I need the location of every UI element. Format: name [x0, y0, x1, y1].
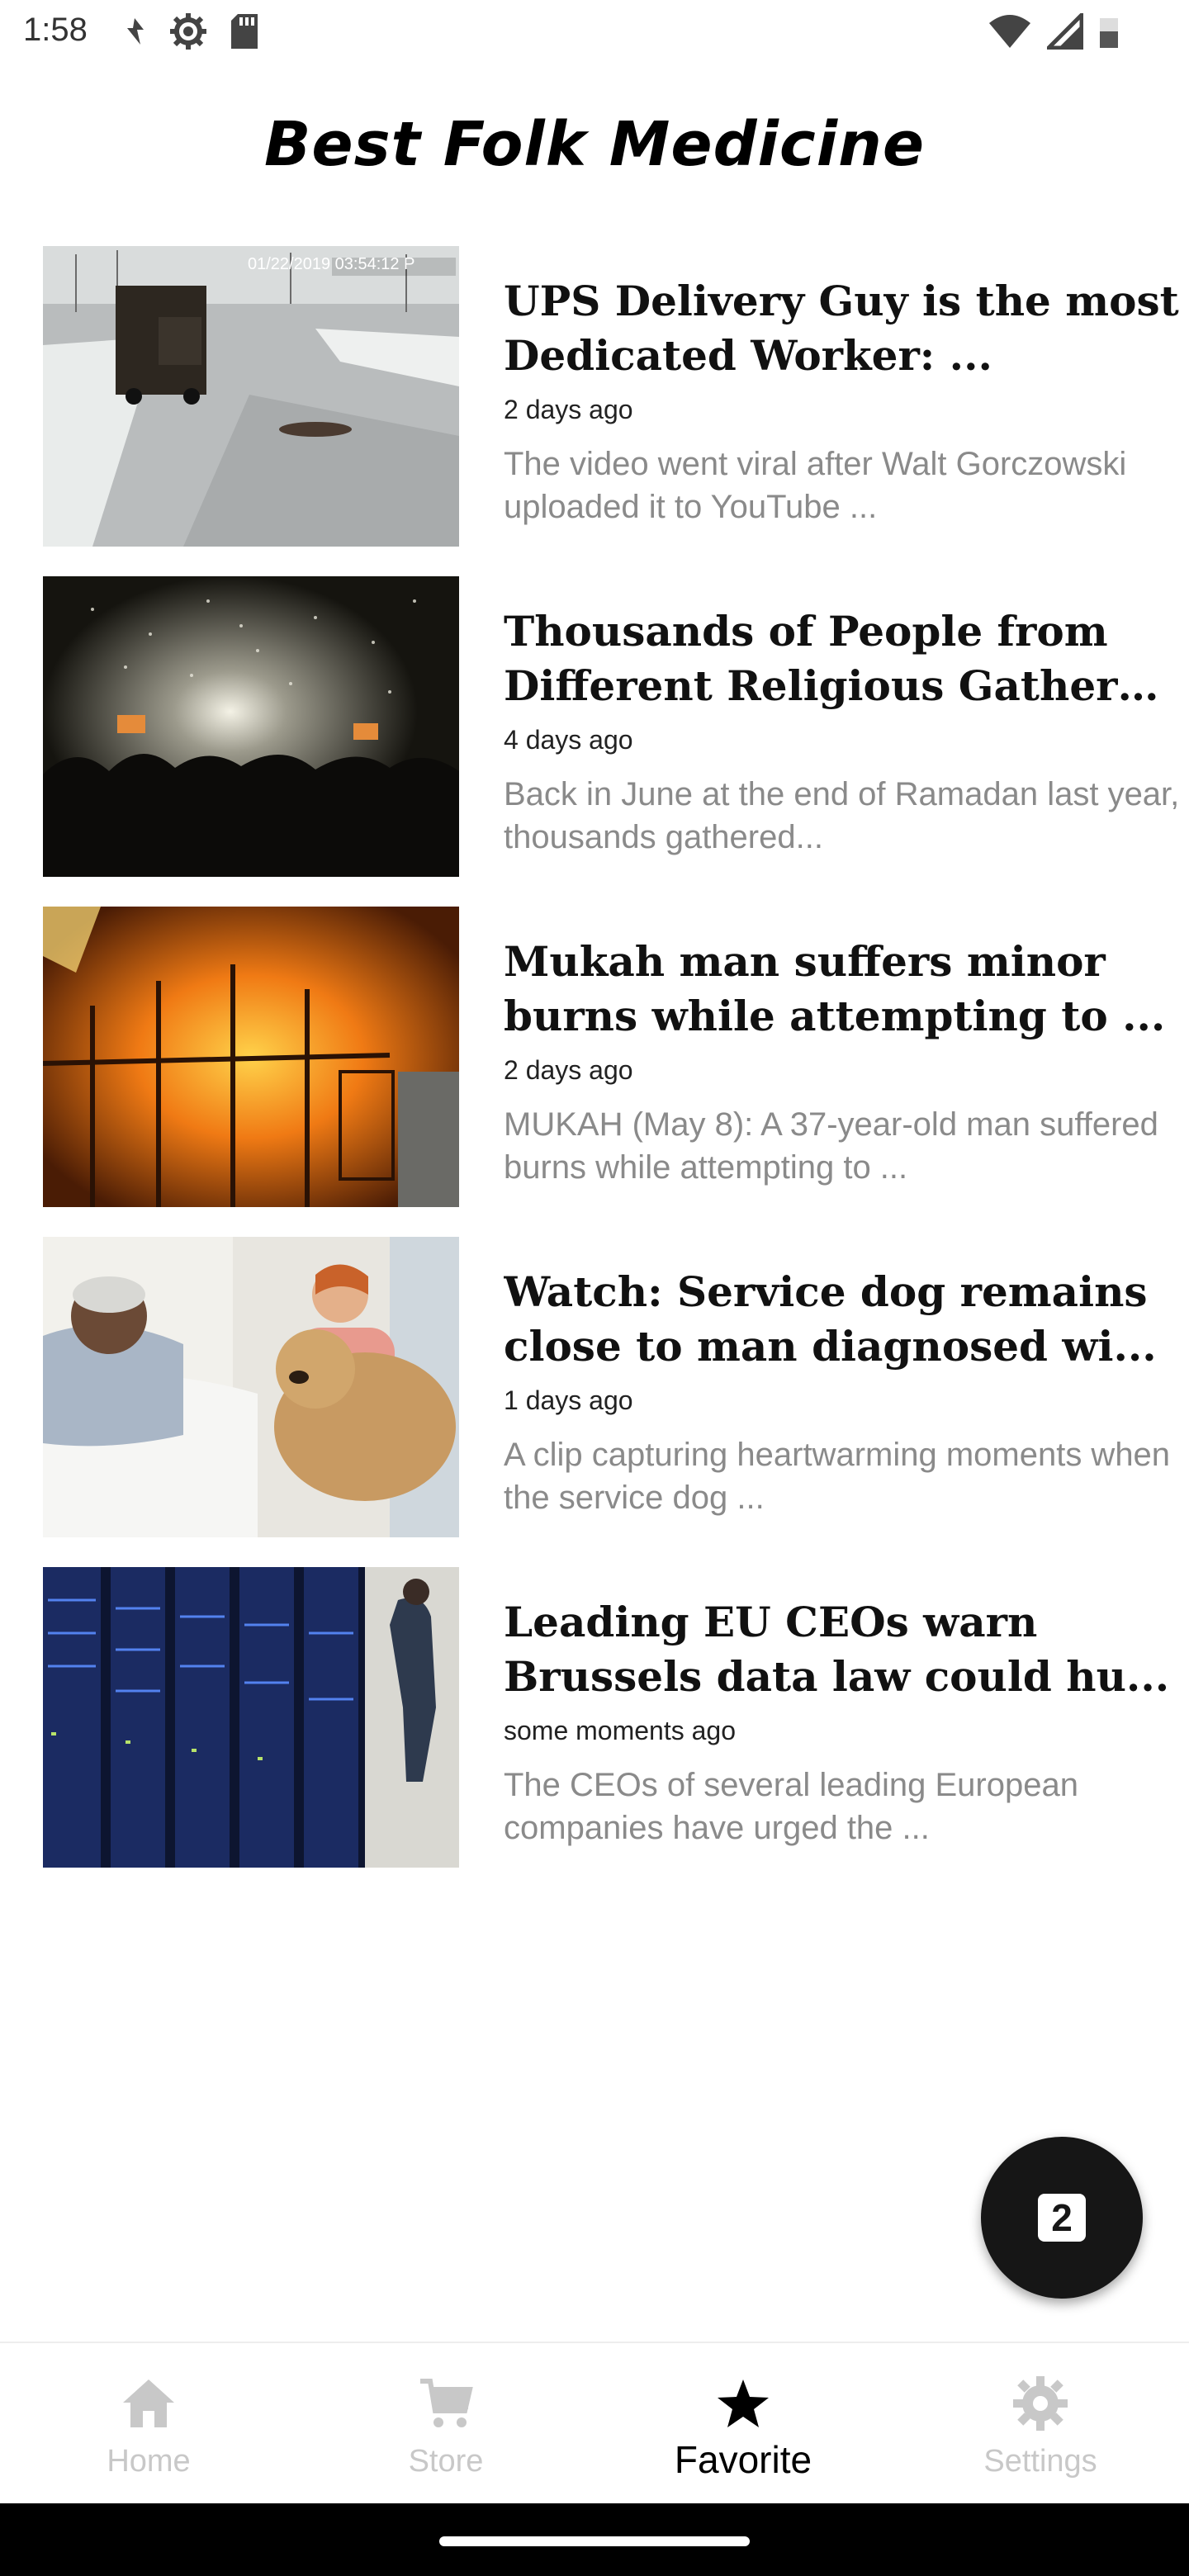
page-title: Best Folk Medicine	[263, 109, 926, 180]
home-gesture-pill[interactable]	[439, 2536, 750, 2546]
nav-item-favorite[interactable]: Favorite	[594, 2343, 892, 2505]
news-text: UPS Delivery Guy is the most Dedicated W…	[504, 274, 1189, 528]
nav-label-home: Home	[107, 2444, 191, 2479]
news-item[interactable]: Leading EU CEOs warn Brussels data law c…	[43, 1567, 1169, 1868]
news-thumbnail[interactable]	[43, 1237, 459, 1537]
nav-label-favorite: Favorite	[674, 2438, 812, 2481]
news-excerpt: MUKAH (May 8): A 37-year-old man suffere…	[504, 1106, 1158, 1186]
data-saver-icon	[127, 18, 144, 45]
concert-crowd-photo	[43, 576, 459, 877]
favorites-count-button[interactable]: 2	[981, 2137, 1143, 2299]
status-bar: 1:58	[0, 0, 1189, 71]
nav-item-home[interactable]: Home	[0, 2343, 297, 2505]
news-excerpt: The video went viral after Walt Gorczows…	[504, 446, 1127, 525]
star-icon	[718, 2379, 769, 2427]
news-text: Watch: Service dog remains close to man …	[504, 1265, 1189, 1519]
nav-item-settings[interactable]: Settings	[892, 2343, 1189, 2505]
server-room-photo	[43, 1567, 459, 1868]
news-text: Thousands of People from Different Relig…	[504, 604, 1189, 859]
news-item[interactable]: Mukah man suffers minor burns while atte…	[43, 907, 1165, 1207]
house-fire-photo	[43, 907, 459, 1207]
news-title[interactable]: Mukah man suffers minor burns while atte…	[504, 935, 1189, 1044]
sd-card-icon	[231, 14, 258, 49]
settings-status-icon	[170, 13, 206, 50]
nav-label-store: Store	[408, 2444, 484, 2479]
news-time: 2 days ago	[504, 1055, 633, 1085]
news-thumbnail[interactable]: 01/22/2019 03:54:12 P	[43, 246, 459, 547]
news-excerpt: A clip capturing heartwarming moments wh…	[504, 1437, 1171, 1516]
delivery-truck-photo: 01/22/2019 03:54:12 P	[43, 246, 459, 547]
signal-icon	[1047, 13, 1083, 50]
news-title[interactable]: Thousands of People from Different Relig…	[504, 604, 1189, 713]
news-item[interactable]: 01/22/2019 03:54:12 P UPS Delivery Guy i…	[43, 246, 1179, 547]
hospital-dog-photo	[43, 1237, 459, 1537]
news-text: Mukah man suffers minor burns while atte…	[504, 935, 1189, 1189]
news-title[interactable]: Leading EU CEOs warn Brussels data law c…	[504, 1595, 1189, 1704]
news-time: 4 days ago	[504, 725, 633, 755]
news-title[interactable]: UPS Delivery Guy is the most Dedicated W…	[504, 274, 1189, 383]
status-time: 1:58	[23, 12, 88, 48]
news-thumbnail[interactable]	[43, 1567, 459, 1868]
news-time: 1 days ago	[504, 1385, 633, 1415]
image-timestamp: 01/22/2019 03:54:12 P	[248, 255, 414, 273]
favorites-count-badge: 2	[1038, 2194, 1086, 2242]
news-excerpt: The CEOs of several leading European com…	[504, 1767, 1078, 1846]
news-excerpt: Back in June at the end of Ramadan last …	[504, 776, 1180, 855]
news-title[interactable]: Watch: Service dog remains close to man …	[504, 1265, 1189, 1374]
cart-icon	[420, 2379, 473, 2427]
status-icons-left	[122, 12, 259, 51]
gear-icon	[1013, 2376, 1068, 2431]
gesture-navigation-bar	[0, 2503, 1189, 2576]
nav-label-settings: Settings	[983, 2444, 1097, 2479]
news-time: some moments ago	[504, 1716, 737, 1745]
news-thumbnail[interactable]	[43, 907, 459, 1207]
news-item[interactable]: Watch: Service dog remains close to man …	[43, 1237, 1170, 1537]
wifi-icon	[989, 15, 1030, 48]
news-thumbnail[interactable]	[43, 576, 459, 877]
news-time: 2 days ago	[504, 395, 633, 424]
news-item[interactable]: Thousands of People from Different Relig…	[43, 576, 1179, 877]
battery-icon	[1100, 18, 1118, 48]
nav-item-store[interactable]: Store	[297, 2343, 594, 2505]
status-icons-right	[988, 13, 1120, 50]
news-text: Leading EU CEOs warn Brussels data law c…	[504, 1595, 1189, 1849]
bottom-navigation: Home Store Favorite Settings	[0, 2342, 1189, 2505]
home-icon	[123, 2379, 174, 2427]
